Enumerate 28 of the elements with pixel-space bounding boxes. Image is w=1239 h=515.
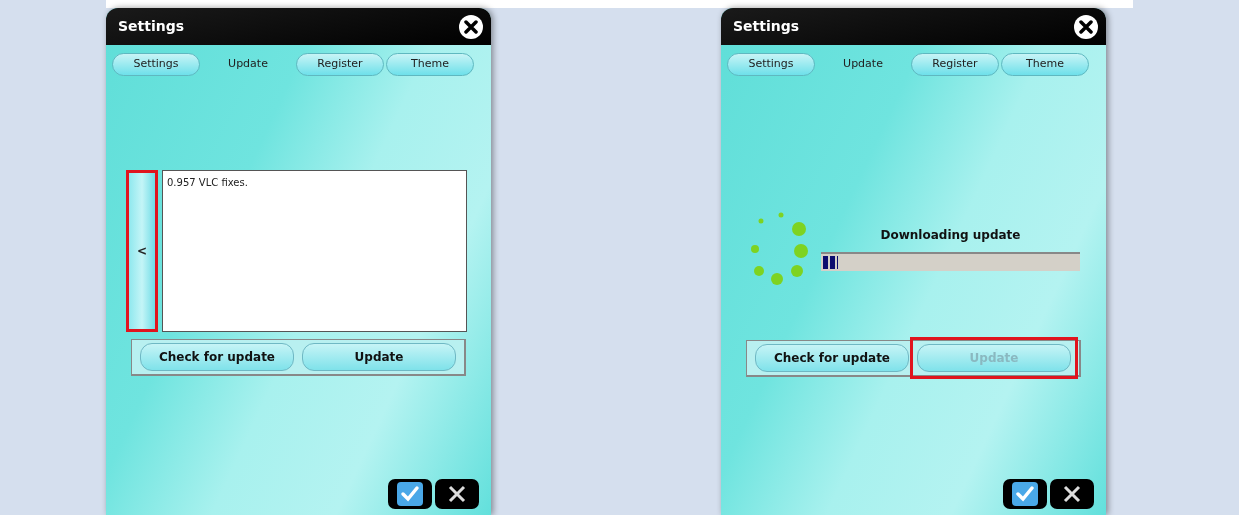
close-button[interactable] (459, 14, 483, 39)
collapse-button[interactable]: < (126, 170, 158, 332)
action-button[interactable]: Check for update (755, 344, 909, 372)
window-title: Settings (118, 17, 185, 36)
close-icon (464, 19, 478, 34)
tab[interactable]: Update (817, 53, 909, 76)
window-title: Settings (733, 17, 800, 36)
close-button[interactable] (1074, 14, 1098, 39)
close-icon (448, 485, 466, 503)
close-icon (1079, 19, 1093, 34)
close-icon (1063, 485, 1081, 503)
tab[interactable]: Settings (727, 53, 815, 76)
release-notes-box: 0.957 VLC fixes. (162, 170, 467, 332)
status-text: Downloading update (880, 226, 1021, 244)
tab[interactable]: Theme (386, 53, 474, 76)
tab[interactable]: Register (911, 53, 999, 76)
tab[interactable]: Settings (112, 53, 200, 76)
tab[interactable]: Register (296, 53, 384, 76)
action-button[interactable]: Check for update (140, 343, 294, 371)
checkmark-icon (1012, 482, 1038, 506)
confirm-button[interactable] (1003, 479, 1047, 509)
cancel-button[interactable] (435, 479, 479, 509)
action-button[interactable]: Update (302, 343, 456, 371)
confirm-button[interactable] (388, 479, 432, 509)
checkmark-icon (397, 482, 423, 506)
tab[interactable]: Theme (1001, 53, 1089, 76)
cancel-button[interactable] (1050, 479, 1094, 509)
tab[interactable]: Update (202, 53, 294, 76)
